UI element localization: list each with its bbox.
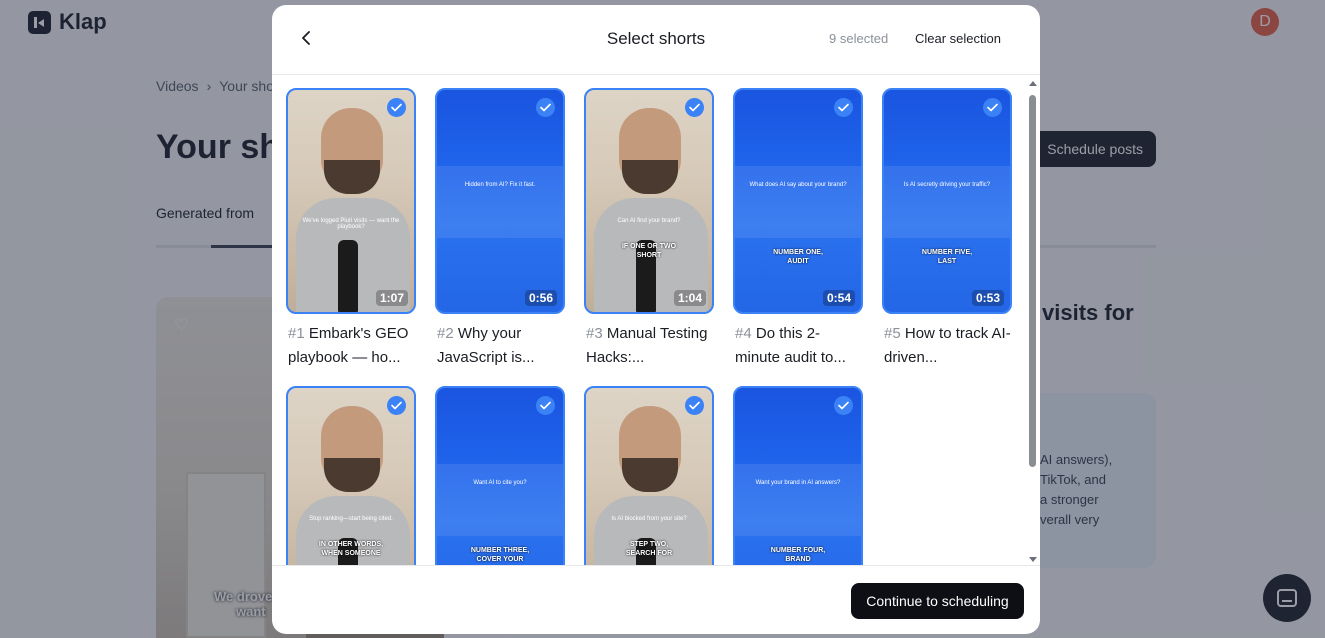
duration-badge: 0:53 [971,290,1004,306]
checkmark-icon[interactable] [983,98,1002,117]
clear-selection-button[interactable]: Clear selection [915,31,1001,46]
thumbnail-caption: Want your brand in AI answers? [755,480,841,486]
thumbnail-caption: Is AI secretly driving your traffic? [903,182,991,188]
thumbnail-caption: Is AI blocked from your site? [611,516,687,522]
short-thumbnail[interactable]: Is AI blocked from your site? STEP TWO, S… [584,386,714,565]
checkmark-icon[interactable] [387,98,406,117]
thumbnail-highlight-caption: IF ONE OR TWO SHORT [621,243,677,259]
short-thumbnail[interactable]: Want AI to cite you? NUMBER THREE, COVER … [435,386,565,565]
modal-header: Select shorts 9 selected Clear selection [272,5,1040,75]
duration-badge: 1:07 [375,290,408,306]
select-shorts-modal: Select shorts 9 selected Clear selection… [272,5,1040,634]
thumbnail-highlight-caption: NUMBER ONE, AUDIT [773,249,823,265]
selected-count: 9 selected [829,31,889,46]
thumbnail-caption: Can AI find your brand? [617,218,681,224]
thumbnail-caption: Stop ranking—start being cited. [309,516,393,522]
duration-badge: 1:04 [673,290,706,306]
scrollbar[interactable] [1026,78,1040,565]
short-title: #4 Do this 2-minute audit to... [735,322,863,370]
short-thumbnail[interactable]: Is AI secretly driving your traffic? NUMB… [882,88,1012,314]
checkmark-icon[interactable] [685,98,704,117]
checkmark-icon[interactable] [536,98,555,117]
thumbnail-caption: Hidden from AI? Fix it fast. [464,182,536,188]
short-title: #1 Embark's GEO playbook — ho... [288,322,416,370]
short-thumbnail[interactable]: Hidden from AI? Fix it fast. 0:56 [435,88,565,314]
short-title-text: Manual Testing Hacks:... [586,325,708,366]
thumbnail-highlight-caption: NUMBER FOUR, BRAND [770,547,826,563]
short-thumbnail[interactable]: What does AI say about your brand? NUMBER… [733,88,863,314]
checkmark-icon[interactable] [834,396,853,415]
thumbnail-highlight-caption: NUMBER FIVE, LAST [921,249,973,265]
scroll-down-arrow-icon[interactable] [1029,557,1037,562]
thumbnail-highlight-caption: NUMBER THREE, COVER YOUR [470,547,530,563]
thumbnail-caption: We've logged Pluri visits — want the pla… [302,218,400,230]
thumbnail-caption: What does AI say about your brand? [749,182,847,188]
duration-badge: 0:54 [822,290,855,306]
short-title-text: Embark's GEO playbook — ho... [288,325,409,366]
checkmark-icon[interactable] [834,98,853,117]
short-number: #1 [288,325,305,342]
shorts-grid: We've logged Pluri visits — want the pla… [286,88,1026,565]
short-thumbnail[interactable]: We've logged Pluri visits — want the pla… [286,88,416,314]
short-number: #3 [586,325,603,342]
short-title: #3 Manual Testing Hacks:... [586,322,714,370]
short-title: #5 How to track AI-driven... [884,322,1012,370]
scroll-thumb[interactable] [1029,95,1036,467]
checkmark-icon[interactable] [536,396,555,415]
short-thumbnail[interactable]: Stop ranking—start being cited. IN OTHER … [286,386,416,565]
short-title-text: Do this 2-minute audit to... [735,325,846,366]
short-thumbnail[interactable]: Can AI find your brand? IF ONE OR TWO SHO… [584,88,714,314]
thumbnail-highlight-caption: IN OTHER WORDS, WHEN SOMEONE [318,541,384,557]
thumbnail-caption: Want AI to cite you? [473,480,527,486]
short-number: #4 [735,325,752,342]
checkmark-icon[interactable] [685,396,704,415]
continue-to-scheduling-button[interactable]: Continue to scheduling [851,583,1024,619]
short-title-text: How to track AI-driven... [884,325,1011,366]
checkmark-icon[interactable] [387,396,406,415]
modal-footer: Continue to scheduling [272,565,1040,634]
short-number: #2 [437,325,454,342]
thumbnail-highlight-caption: STEP TWO, SEARCH FOR [625,541,673,557]
scroll-up-arrow-icon[interactable] [1029,81,1037,86]
short-thumbnail[interactable]: Want your brand in AI answers? NUMBER FOU… [733,386,863,565]
short-title: #2 Why your JavaScript is... [437,322,565,370]
short-number: #5 [884,325,901,342]
duration-badge: 0:56 [524,290,557,306]
